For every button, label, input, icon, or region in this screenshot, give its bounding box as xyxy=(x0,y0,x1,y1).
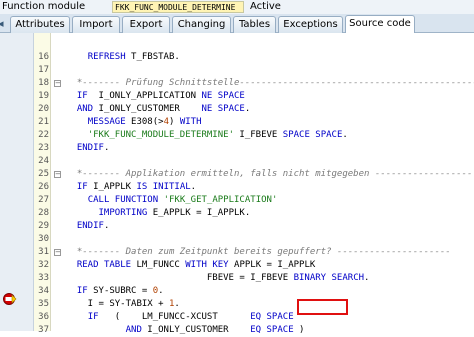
line-number: 27 xyxy=(38,195,49,205)
function-module-name-field[interactable]: FKK_FUNC_MODULE_DETERMINE xyxy=(112,1,244,13)
line-number: 16 xyxy=(38,52,49,62)
tab-source-code[interactable]: Source code xyxy=(345,15,415,33)
code-line[interactable]: ENDIF. xyxy=(66,220,110,233)
line-number: 32 xyxy=(38,260,49,270)
code-line[interactable]: REFRESH T_FBSTAB. xyxy=(66,51,180,64)
source-code-editor[interactable]: 16 REFRESH T_FBSTAB. 17 18 *------- Prüfun… xyxy=(0,33,474,335)
line-number: 23 xyxy=(38,143,49,153)
highlight-box-i-fbeve xyxy=(297,299,348,315)
line-number: 35 xyxy=(38,299,49,309)
line-number: 24 xyxy=(38,156,49,166)
tab-import[interactable]: Import xyxy=(72,16,120,33)
code-line[interactable]: *------- Prüfung Schnittstelle----------… xyxy=(66,77,474,90)
function-module-label: Function module xyxy=(2,1,86,12)
code-line[interactable]: AND I_ONLY_CUSTOMER NE SPACE. xyxy=(66,103,250,116)
code-line[interactable]: IMPORTING E_APPLK = I_APPLK. xyxy=(66,207,251,220)
code-line[interactable]: MESSAGE E308(>4) WITH xyxy=(66,116,202,129)
code-line[interactable]: CALL FUNCTION 'FKK_GET_APPLICATION' xyxy=(66,194,278,207)
code-line[interactable]: IF SY-SUBRC = 0. xyxy=(66,285,164,298)
status-text: Active xyxy=(250,1,281,12)
line-number: 29 xyxy=(38,221,49,231)
line-number: 33 xyxy=(38,273,49,283)
tab-exceptions[interactable]: Exceptions xyxy=(278,16,343,33)
breakpoint-gutter[interactable] xyxy=(0,33,33,331)
tab-changing[interactable]: Changing xyxy=(172,16,231,33)
code-line[interactable]: IF ( LM_FUNCC-XCUST EQ SPACE xyxy=(66,311,294,324)
fold-toggle-icon[interactable]: − xyxy=(54,171,61,178)
header-bar: Function module FKK_FUNC_MODULE_DETERMIN… xyxy=(0,0,474,14)
code-line[interactable]: READ TABLE LM_FUNCC WITH KEY APPLK = I_A… xyxy=(66,259,315,272)
line-number: 21 xyxy=(38,117,49,127)
line-number: 25 xyxy=(38,169,49,179)
line-number: 28 xyxy=(38,208,49,218)
code-line[interactable]: IF I_ONLY_APPLICATION NE SPACE xyxy=(66,90,245,103)
line-number: 30 xyxy=(38,234,49,244)
line-number: 22 xyxy=(38,130,49,140)
line-number: 19 xyxy=(38,91,49,101)
code-line[interactable]: ENDIF. xyxy=(66,142,110,155)
tab-attributes[interactable]: Attributes xyxy=(10,16,70,33)
tab-scroll-left-icon[interactable]: ◂ xyxy=(0,14,10,33)
line-number: 20 xyxy=(38,104,49,114)
code-line[interactable]: 'FKK_FUNC_MODULE_DETERMINE' I_FBEVE SPAC… xyxy=(66,129,348,142)
tab-tables[interactable]: Tables xyxy=(233,16,276,33)
code-line[interactable]: FBEVE = I_FBEVE BINARY SEARCH. xyxy=(66,272,370,285)
line-number: 34 xyxy=(38,286,49,296)
fold-marker-column xyxy=(51,33,65,331)
fold-toggle-icon[interactable]: − xyxy=(54,249,61,256)
breakpoint-icon[interactable] xyxy=(3,293,17,305)
tab-bar: Attributes Import Export Changing Tables… xyxy=(0,14,474,33)
code-line[interactable]: IF I_APPLK IS INITIAL. xyxy=(66,181,196,194)
line-number: 36 xyxy=(38,312,49,322)
line-number: 18 xyxy=(38,78,49,88)
fold-toggle-icon[interactable]: − xyxy=(54,80,61,87)
line-number: 26 xyxy=(38,182,49,192)
tab-export[interactable]: Export xyxy=(122,16,170,33)
line-number: 17 xyxy=(38,65,49,75)
line-number: 31 xyxy=(38,247,49,257)
code-line[interactable]: *------- Daten zum Zeitpunkt bereits gep… xyxy=(66,246,451,259)
code-line[interactable]: *------- Applikation ermitteln, falls ni… xyxy=(66,168,473,181)
code-line[interactable]: I = SY-TABIX + 1. xyxy=(66,298,180,311)
